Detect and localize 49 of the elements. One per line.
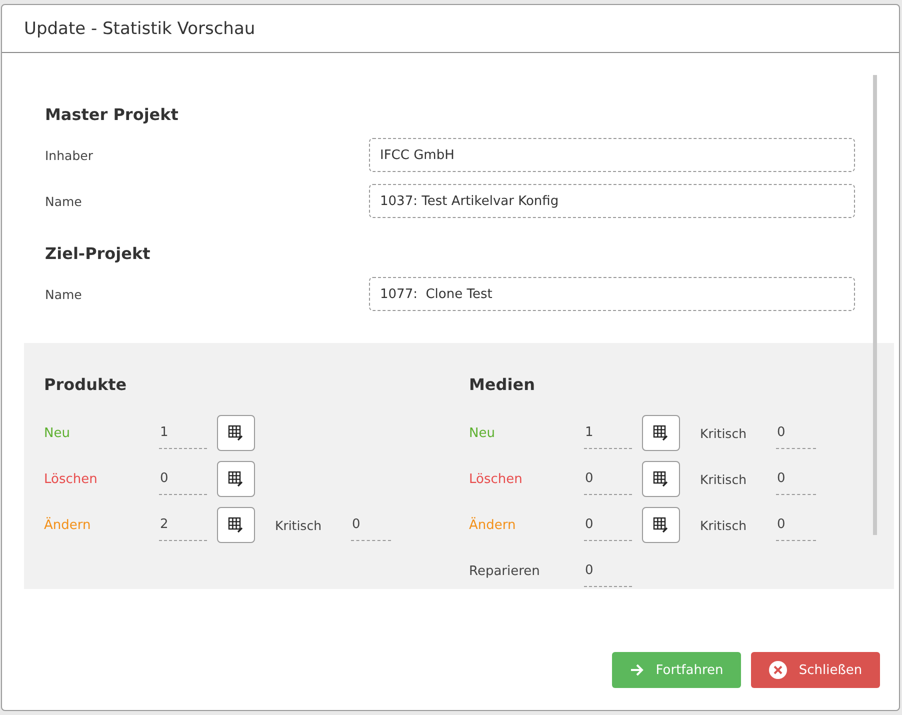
count-value: 0	[584, 471, 632, 495]
critical-value: 0	[776, 425, 816, 449]
section-heading: Medien	[469, 375, 536, 394]
status-label: Ändern	[44, 518, 92, 532]
table-edit-icon	[228, 471, 244, 487]
table-edit-icon	[228, 425, 244, 441]
edit-table-button[interactable]	[642, 461, 680, 497]
count-value: 0	[584, 563, 632, 587]
edit-table-button[interactable]	[217, 415, 255, 451]
count-value: 1	[159, 425, 207, 449]
critical-value: 0	[351, 517, 391, 541]
table-edit-icon	[653, 517, 669, 533]
field-label: Name	[45, 194, 83, 208]
count-value: 2	[159, 517, 207, 541]
table-edit-icon	[653, 471, 669, 487]
critical-label: Kritisch	[275, 518, 322, 532]
count-value: 1	[584, 425, 632, 449]
close-icon	[768, 661, 787, 679]
count-value: 0	[584, 517, 632, 541]
input-field[interactable]: IFCC GmbH	[369, 138, 855, 172]
section-heading: Produkte	[44, 375, 128, 394]
section-heading: Master Projekt	[45, 105, 180, 124]
field-label: Name	[45, 286, 83, 302]
input-field[interactable]: 1037: Test Artikelvar Konfig	[369, 184, 855, 218]
critical-label: Kritisch	[700, 426, 748, 440]
input-field[interactable]: 1077: Clone Test	[369, 277, 855, 311]
section-heading: Ziel-Projekt	[45, 244, 152, 263]
status-label: Reparieren	[469, 564, 541, 578]
table-edit-icon	[653, 425, 669, 441]
status-label: Neu	[44, 426, 71, 440]
status-label: Löschen	[44, 472, 98, 486]
window-title: Update - Statistik Vorschau	[24, 18, 256, 38]
edit-table-button[interactable]	[642, 415, 680, 451]
edit-table-button[interactable]	[217, 461, 255, 497]
field-label: Inhaber	[45, 148, 94, 162]
count-value: 0	[159, 471, 207, 495]
status-label: Ändern	[469, 518, 517, 532]
critical-value: 0	[776, 471, 816, 495]
critical-value: 0	[776, 517, 816, 541]
table-edit-icon	[228, 517, 244, 533]
critical-label: Kritisch	[700, 472, 748, 486]
edit-table-button[interactable]	[642, 507, 680, 543]
status-label: Löschen	[469, 472, 524, 486]
arrow-right-icon	[630, 664, 644, 676]
scrollbar[interactable]	[873, 75, 877, 535]
edit-table-button[interactable]	[217, 507, 255, 543]
status-label: Neu	[469, 426, 496, 440]
close-button[interactable]: Schließen	[751, 652, 880, 688]
critical-label: Kritisch	[700, 518, 748, 532]
